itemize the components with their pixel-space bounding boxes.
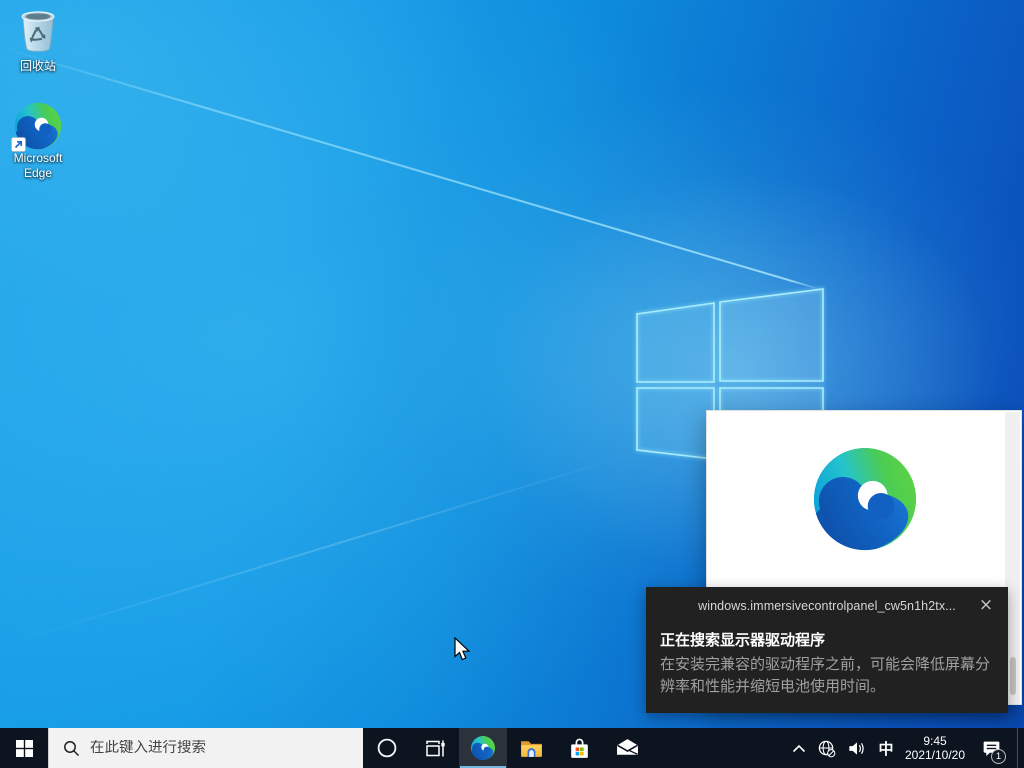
recycle-bin-icon	[16, 8, 60, 54]
windows-desktop: 回收站 Microsoft Edge windows.immersivecont…	[0, 0, 1024, 768]
search-icon	[63, 740, 80, 757]
taskbar: 中 9:45 2021/10/20 1	[0, 728, 1024, 768]
toast-body: 在安装完兼容的驱动程序之前，可能会降低屏幕分辨率和性能并缩短电池使用时间。	[660, 654, 994, 698]
chevron-up-icon	[792, 744, 806, 753]
recycle-bin-label: 回收站	[0, 59, 76, 74]
microsoft-store-button[interactable]	[555, 728, 603, 768]
mouse-cursor	[453, 637, 473, 663]
task-view-icon	[425, 738, 446, 759]
shortcut-arrow-icon	[11, 137, 26, 152]
cortana-button[interactable]	[363, 728, 411, 768]
windows-start-icon	[16, 740, 33, 757]
system-tray: 中 9:45 2021/10/20 1	[787, 728, 1024, 768]
window-scrollbar-thumb[interactable]	[1010, 657, 1016, 695]
speaker-icon	[847, 739, 866, 758]
toast-title: 正在搜索显示器驱动程序	[660, 629, 994, 650]
file-explorer-icon	[519, 736, 544, 761]
show-desktop-button[interactable]	[1017, 728, 1024, 768]
edge-shortcut-label-line1: Microsoft	[0, 151, 76, 166]
search-input[interactable]	[90, 740, 363, 756]
taskbar-clock[interactable]: 9:45 2021/10/20	[901, 728, 969, 768]
taskbar-search-box[interactable]	[48, 728, 363, 768]
taskbar-empty-space	[651, 728, 787, 768]
edge-logo-splash	[810, 444, 920, 554]
task-view-button[interactable]	[411, 728, 459, 768]
volume-button[interactable]	[841, 728, 871, 768]
mail-icon	[616, 737, 639, 760]
globe-no-internet-icon	[817, 739, 836, 758]
network-status-button[interactable]	[811, 728, 841, 768]
desktop-icon-microsoft-edge[interactable]: Microsoft Edge	[0, 101, 76, 181]
clock-date: 2021/10/20	[905, 748, 965, 762]
action-center-button[interactable]: 1	[969, 728, 1013, 768]
desktop-icon-recycle-bin[interactable]: 回收站	[0, 8, 76, 74]
wallpaper-light-beam-faint	[0, 453, 632, 646]
notification-toast[interactable]: windows.immersivecontrolpanel_cw5n1h2tx.…	[646, 587, 1008, 713]
mail-button[interactable]	[603, 728, 651, 768]
clock-time: 9:45	[923, 734, 946, 748]
edge-shortcut-label-line2: Edge	[0, 166, 76, 181]
taskbar-edge-button[interactable]	[459, 728, 507, 768]
edge-taskbar-icon	[470, 735, 496, 761]
ime-language-indicator[interactable]: 中	[871, 728, 901, 768]
file-explorer-button[interactable]	[507, 728, 555, 768]
start-button[interactable]	[0, 728, 48, 768]
store-icon	[567, 736, 592, 761]
notification-count-badge: 1	[991, 749, 1006, 764]
wallpaper-light-beam	[0, 45, 823, 291]
toast-close-button[interactable]: ×	[974, 593, 998, 617]
cortana-icon	[376, 737, 398, 759]
toast-app-id: windows.immersivecontrolpanel_cw5n1h2tx.…	[646, 599, 1008, 613]
tray-show-hidden-icons-button[interactable]	[787, 728, 811, 768]
toast-header: windows.immersivecontrolpanel_cw5n1h2tx.…	[646, 587, 1008, 621]
